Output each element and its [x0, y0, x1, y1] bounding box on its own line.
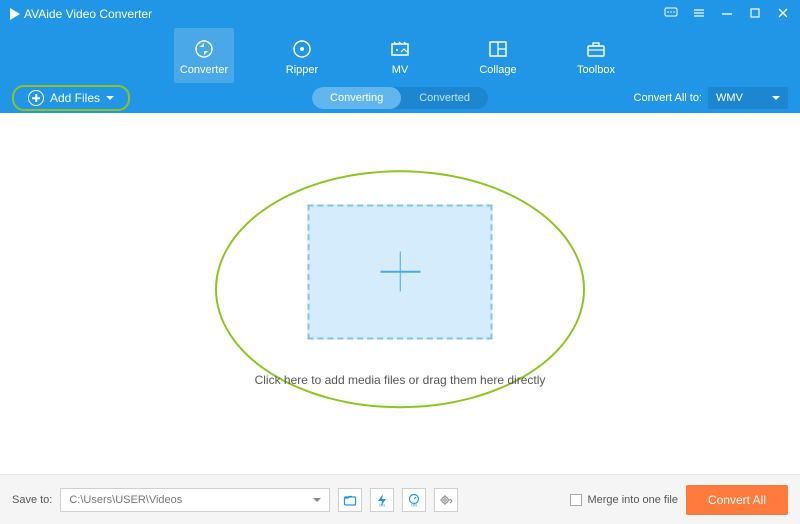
collage-icon — [487, 38, 509, 60]
drop-hint-text: Click here to add media files or drag th… — [255, 373, 546, 387]
feedback-icon[interactable] — [664, 6, 678, 22]
maximize-icon[interactable] — [748, 6, 762, 22]
window-controls — [664, 6, 790, 22]
open-folder-button[interactable] — [338, 488, 362, 512]
app-title: AVAide Video Converter — [24, 7, 152, 21]
ripper-icon — [291, 38, 313, 60]
hardware-accel-button[interactable]: ON — [370, 488, 394, 512]
svg-text:ON: ON — [411, 502, 417, 507]
tab-label: Converter — [180, 64, 228, 76]
tab-toolbox[interactable]: Toolbox — [566, 28, 626, 83]
merge-checkbox[interactable]: Merge into one file — [570, 494, 678, 506]
chevron-down-icon — [106, 96, 114, 100]
tab-collage[interactable]: Collage — [468, 28, 528, 83]
plus-circle-icon — [28, 90, 44, 106]
toggle-converting[interactable]: Converting — [312, 87, 401, 109]
tab-label: Toolbox — [577, 64, 615, 76]
mv-icon — [389, 38, 411, 60]
tab-label: Collage — [479, 64, 516, 76]
nav-tabs: Converter Ripper MV Collage Toolbox — [0, 28, 800, 83]
plus-icon — [380, 252, 420, 292]
minimize-icon[interactable] — [720, 6, 734, 22]
merge-label: Merge into one file — [587, 494, 678, 506]
footer: Save to: C:\Users\USER\Videos ON ON Merg… — [0, 474, 800, 524]
toggle-converted[interactable]: Converted — [401, 87, 488, 109]
header: AVAide Video Converter Conver — [0, 0, 800, 113]
convert-all-button[interactable]: Convert All — [686, 485, 788, 515]
close-icon[interactable] — [776, 6, 790, 22]
add-files-button[interactable]: Add Files — [12, 85, 130, 111]
save-to-label: Save to: — [12, 494, 52, 506]
settings-button[interactable] — [434, 488, 458, 512]
convert-all-to: Convert All to: WMV — [634, 87, 788, 109]
converter-icon — [193, 38, 215, 60]
high-speed-button[interactable]: ON — [402, 488, 426, 512]
dropzone[interactable] — [308, 204, 493, 339]
convert-status-toggle: Converting Converted — [312, 87, 488, 109]
app-logo: AVAide Video Converter — [10, 7, 152, 21]
format-select[interactable]: WMV — [708, 87, 788, 109]
chevron-down-icon — [772, 96, 780, 100]
checkbox-icon — [570, 494, 582, 506]
tab-label: Ripper — [286, 64, 318, 76]
tab-ripper[interactable]: Ripper — [272, 28, 332, 83]
menu-icon[interactable] — [692, 6, 706, 22]
toolbar: Add Files Converting Converted Convert A… — [0, 83, 800, 113]
save-path-value: C:\Users\USER\Videos — [69, 494, 182, 506]
toolbox-icon — [585, 38, 607, 60]
format-value: WMV — [716, 92, 743, 104]
tab-label: MV — [392, 64, 409, 76]
main-area: Click here to add media files or drag th… — [0, 113, 800, 474]
chevron-down-icon — [313, 498, 321, 502]
convert-all-to-label: Convert All to: — [634, 92, 702, 104]
logo-icon — [10, 8, 20, 20]
save-path-select[interactable]: C:\Users\USER\Videos — [60, 488, 330, 512]
titlebar: AVAide Video Converter — [0, 0, 800, 28]
svg-text:ON: ON — [379, 502, 385, 507]
tab-converter[interactable]: Converter — [174, 28, 234, 83]
tab-mv[interactable]: MV — [370, 28, 430, 83]
add-files-label: Add Files — [50, 91, 100, 105]
